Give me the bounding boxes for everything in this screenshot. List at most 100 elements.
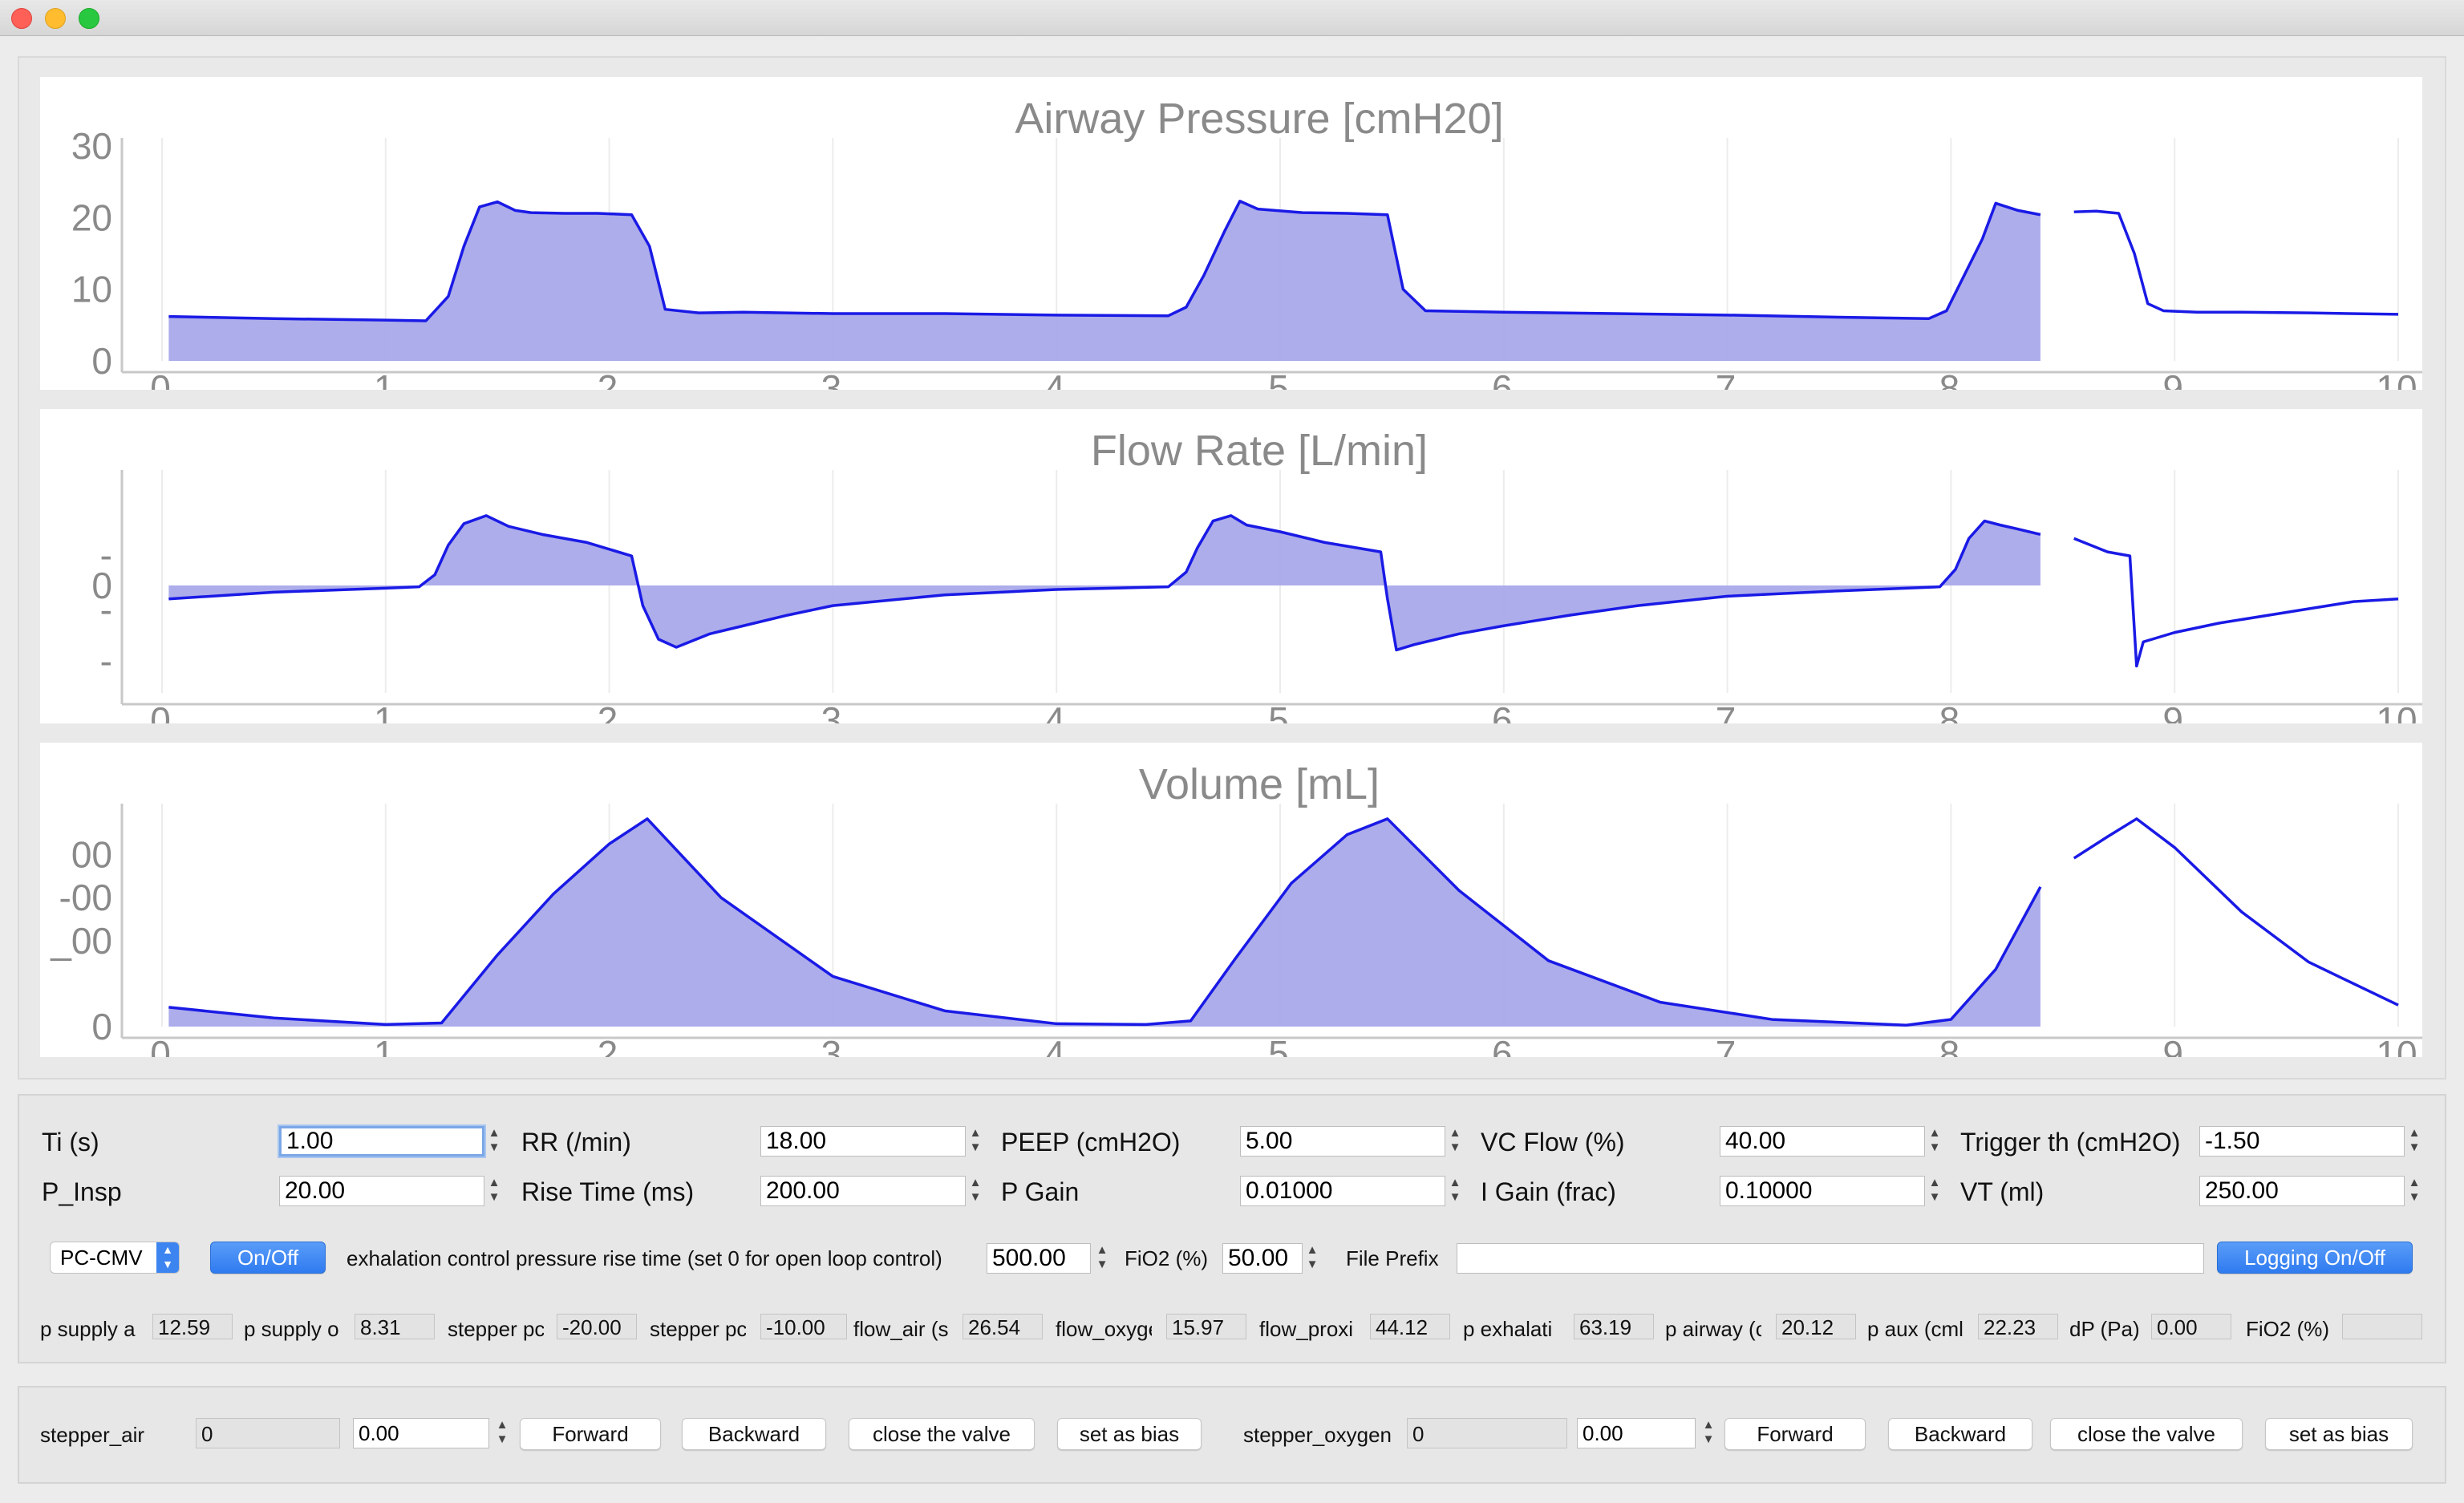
stepper-air-label: stepper_air bbox=[40, 1423, 145, 1447]
fio2-spinbox[interactable]: ▲▼ bbox=[1222, 1243, 1319, 1274]
trigger-input[interactable] bbox=[2199, 1126, 2405, 1157]
readout-value: -10.00 bbox=[760, 1314, 847, 1339]
p-insp-input[interactable] bbox=[279, 1176, 484, 1206]
fio2-stepper-arrows[interactable]: ▲ ▼ bbox=[1304, 1243, 1320, 1274]
vt-stepper-arrows[interactable]: ▲ ▼ bbox=[2406, 1176, 2422, 1206]
p-insp-label: P_Insp bbox=[42, 1177, 122, 1206]
readout-label: p supply o bbox=[244, 1317, 339, 1341]
y-tick-label: - bbox=[100, 589, 112, 630]
x-tick-label: 3 bbox=[821, 367, 842, 390]
close-window-button[interactable] bbox=[11, 8, 32, 29]
ti-stepper-arrows[interactable]: ▲ ▼ bbox=[486, 1126, 502, 1157]
readout-label: p airway (c bbox=[1665, 1317, 1761, 1341]
pressure-plot: Airway Pressure [cmH20] 0 1 2 3 4 5 6 7 8 9 10 30 20 1… bbox=[40, 77, 2422, 390]
readout-label: p supply a bbox=[40, 1317, 136, 1341]
p-insp-spinbox[interactable]: ▲▼ bbox=[279, 1176, 504, 1206]
y-tick-label: 0 bbox=[91, 340, 112, 382]
stepper-air-backward-button[interactable]: Backward bbox=[682, 1418, 826, 1450]
i-gain-spinbox[interactable]: ▲▼ bbox=[1720, 1176, 1944, 1206]
title-bar bbox=[0, 0, 2464, 36]
peep-stepper-arrows[interactable]: ▲ ▼ bbox=[1447, 1126, 1463, 1157]
readout-label: FiO2 (%) bbox=[2246, 1317, 2329, 1341]
i-gain-stepper-arrows[interactable]: ▲ ▼ bbox=[1927, 1176, 1943, 1206]
vc-flow-spinbox[interactable]: ▲▼ bbox=[1720, 1126, 1944, 1157]
ti-input[interactable] bbox=[279, 1126, 484, 1157]
p-gain-input[interactable] bbox=[1240, 1176, 1445, 1206]
minimize-window-button[interactable] bbox=[45, 8, 66, 29]
mode-select[interactable]: PC-CMV ▲ ▼ bbox=[50, 1242, 180, 1274]
p-insp-stepper-arrows[interactable]: ▲ ▼ bbox=[486, 1176, 502, 1206]
readout-label: p exhalati bbox=[1463, 1317, 1553, 1341]
zoom-window-button[interactable] bbox=[79, 8, 99, 29]
trigger-stepper-arrows[interactable]: ▲ ▼ bbox=[2406, 1126, 2422, 1157]
x-tick-label: 10 bbox=[2376, 699, 2417, 723]
stepper-oxygen-set-bias-button[interactable]: set as bias bbox=[2265, 1418, 2413, 1450]
rise-time-stepper-arrows[interactable]: ▲ ▼ bbox=[967, 1176, 983, 1206]
stepper-oxygen-position: 0 bbox=[1407, 1418, 1567, 1448]
x-tick-label: 0 bbox=[150, 1033, 171, 1057]
stepper-air-forward-button[interactable]: Forward bbox=[520, 1418, 661, 1450]
vt-label: VT (ml) bbox=[1960, 1177, 2045, 1206]
trigger-spinbox[interactable]: ▲▼ bbox=[2199, 1126, 2424, 1157]
stepper-panel: stepper_air 0 ▲▼ Forward Backward close … bbox=[18, 1386, 2446, 1484]
y-tick-label: _00 bbox=[50, 920, 112, 962]
stepper-air-input[interactable] bbox=[353, 1418, 489, 1448]
x-tick-label: 10 bbox=[2376, 1033, 2417, 1057]
file-prefix-input[interactable] bbox=[1457, 1243, 2204, 1274]
vt-spinbox[interactable]: ▲▼ bbox=[2199, 1176, 2424, 1206]
pressure-chart: Airway Pressure [cmH20] 0 1 2 3 4 5 6 7 8 9 10 30 20 1… bbox=[71, 95, 2422, 390]
stepper-oxygen-spinbox[interactable]: ▲▼ bbox=[1577, 1418, 1718, 1448]
rr-stepper-arrows[interactable]: ▲ ▼ bbox=[967, 1126, 983, 1157]
exhalation-label: exhalation control pressure rise time (s… bbox=[346, 1246, 942, 1270]
stepper-oxygen-backward-button[interactable]: Backward bbox=[1888, 1418, 2032, 1450]
i-gain-input[interactable] bbox=[1720, 1176, 1925, 1206]
stepper-air-spinbox[interactable]: ▲▼ bbox=[353, 1418, 513, 1448]
ti-spinbox[interactable]: ▲▼ bbox=[279, 1126, 504, 1157]
vt-input[interactable] bbox=[2199, 1176, 2405, 1206]
x-tick-label: 2 bbox=[598, 1033, 618, 1057]
exhalation-input[interactable] bbox=[987, 1243, 1091, 1274]
on-off-button[interactable]: On/Off bbox=[210, 1242, 326, 1274]
series-area bbox=[168, 515, 2040, 650]
peep-spinbox[interactable]: ▲▼ bbox=[1240, 1126, 1465, 1157]
flow-chart: Flow Rate [L/min]0 1 2 3 4 5 6 7 8 9 10-0-- bbox=[91, 427, 2422, 723]
peep-input[interactable] bbox=[1240, 1126, 1445, 1157]
y-tick-label: 10 bbox=[71, 269, 112, 310]
volume-plot: Volume [mL] 0 1 2 3 4 5 6 7 8 9 10 00 -00 _00 0 bbox=[40, 743, 2422, 1057]
vc-flow-stepper-arrows[interactable]: ▲ ▼ bbox=[1927, 1126, 1943, 1157]
rr-input[interactable] bbox=[760, 1126, 966, 1157]
stepper-oxygen-input[interactable] bbox=[1577, 1418, 1696, 1448]
exhalation-spinbox[interactable]: ▲▼ bbox=[987, 1243, 1112, 1274]
x-tick-label: 9 bbox=[2162, 699, 2183, 723]
readout-value bbox=[2342, 1314, 2422, 1339]
mode-select-value: PC-CMV bbox=[60, 1246, 143, 1270]
stepper-air-close-valve-button[interactable]: close the valve bbox=[849, 1418, 1035, 1450]
x-tick-label: 9 bbox=[2162, 367, 2183, 390]
stepper-oxygen-close-valve-button[interactable]: close the valve bbox=[2050, 1418, 2243, 1450]
stepper-air-position: 0 bbox=[196, 1418, 340, 1448]
stepper-oxygen-arrows[interactable]: ▲ ▼ bbox=[1700, 1418, 1716, 1448]
readout-value: 44.12 bbox=[1370, 1314, 1450, 1339]
x-tick-label: 3 bbox=[821, 699, 842, 723]
readout-label: p aux (cml bbox=[1867, 1317, 1964, 1341]
readout-value: 8.31 bbox=[355, 1314, 435, 1339]
vc-flow-input[interactable] bbox=[1720, 1126, 1925, 1157]
rise-time-input[interactable] bbox=[760, 1176, 966, 1206]
stepper-air-arrows[interactable]: ▲ ▼ bbox=[494, 1418, 510, 1448]
readout-value: 26.54 bbox=[962, 1314, 1043, 1339]
p-gain-stepper-arrows[interactable]: ▲ ▼ bbox=[1447, 1176, 1463, 1206]
readout-value: -20.00 bbox=[557, 1314, 637, 1339]
exhalation-stepper-arrows[interactable]: ▲ ▼ bbox=[1094, 1243, 1110, 1274]
x-tick-label: 4 bbox=[1044, 367, 1065, 390]
rr-spinbox[interactable]: ▲▼ bbox=[760, 1126, 985, 1157]
rise-time-spinbox[interactable]: ▲▼ bbox=[760, 1176, 985, 1206]
p-gain-spinbox[interactable]: ▲▼ bbox=[1240, 1176, 1465, 1206]
x-tick-label: 4 bbox=[1044, 699, 1065, 723]
stepper-oxygen-forward-button[interactable]: Forward bbox=[1724, 1418, 1866, 1450]
logging-toggle-button[interactable]: Logging On/Off bbox=[2217, 1242, 2413, 1274]
readout-label: flow_proxi bbox=[1259, 1317, 1354, 1341]
x-tick-label: 7 bbox=[1716, 367, 1737, 390]
chart-title: Airway Pressure [cmH20] bbox=[1015, 95, 1503, 143]
stepper-air-set-bias-button[interactable]: set as bias bbox=[1057, 1418, 1202, 1450]
fio2-input[interactable] bbox=[1222, 1243, 1303, 1274]
